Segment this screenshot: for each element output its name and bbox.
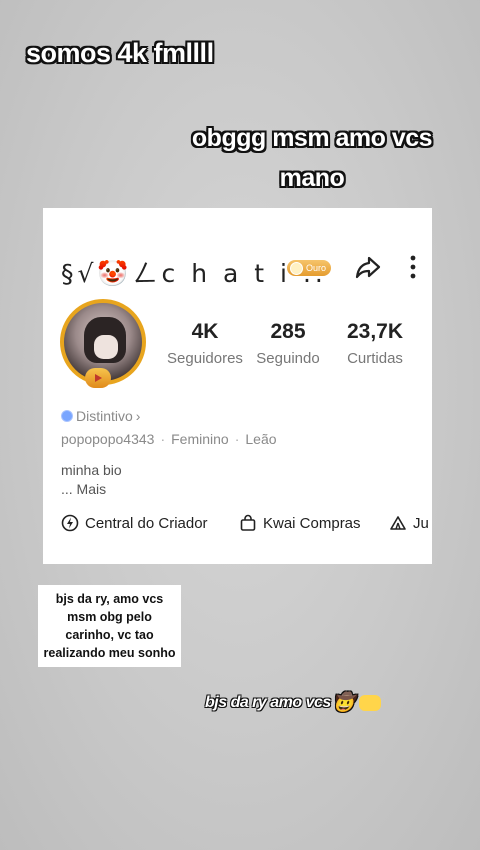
- stat-value: 4K: [191, 320, 219, 343]
- profile-card-screenshot: §√🤡ㄥc h a t i .. Ouro 4K Seguidores 285 …: [43, 208, 432, 564]
- avatar-face: [94, 335, 118, 359]
- stat-curtidas[interactable]: 23,7K Curtidas: [339, 320, 411, 367]
- chevron-right-icon: ›: [135, 408, 141, 424]
- profile-name: §√🤡ㄥc h a t i ..: [61, 259, 327, 288]
- heart-badge-icon: [358, 694, 381, 711]
- distintivo-icon: [61, 410, 73, 422]
- profile-stats: 4K Seguidores 285 Seguindo 23,7K Curtida…: [165, 320, 425, 380]
- shopping-bag-icon: [240, 514, 256, 531]
- stat-value: 285: [270, 320, 306, 343]
- profile-meta: popopopo4343 · Feminino · Leão: [61, 431, 277, 447]
- bottom-caption: bjs da ry amo vcs 🤠: [205, 692, 381, 713]
- profile-bio: minha bio: [61, 462, 122, 478]
- stat-label: Curtidas: [347, 350, 403, 367]
- stat-label: Seguindo: [256, 350, 320, 367]
- separator: ·: [234, 431, 240, 447]
- tent-icon: [390, 516, 406, 530]
- top-caption: somos 4k fmllll: [26, 38, 214, 68]
- avatar[interactable]: [57, 296, 147, 392]
- profile-header: §√🤡ㄥc h a t i .. Ouro: [61, 250, 421, 288]
- tool-label: Central do Criador: [85, 514, 208, 532]
- stat-seguidores[interactable]: 4K Seguidores: [165, 320, 245, 367]
- note-text: bjs da ry, amo vcs msm obg pelo carinho,…: [43, 592, 176, 660]
- ju-button[interactable]: Ju: [389, 514, 429, 532]
- share-icon[interactable]: [355, 254, 381, 280]
- lightning-circle-icon: [61, 514, 79, 532]
- separator: ·: [160, 431, 166, 447]
- note-sticker: bjs da ry, amo vcs msm obg pelo carinho,…: [38, 585, 181, 667]
- bottom-caption-text: bjs da ry amo vcs: [205, 693, 331, 711]
- more-options-icon[interactable]: [408, 254, 418, 280]
- creator-tools-row: Central do Criador Kwai Compras Ju: [61, 514, 432, 540]
- ouro-label: Ouro: [306, 263, 327, 273]
- stat-seguindo[interactable]: 285 Seguindo: [255, 320, 321, 367]
- stat-label: Seguidores: [167, 350, 243, 367]
- tool-label: Kwai Compras: [263, 514, 361, 532]
- right-caption: obggg msm amo vcs mano: [191, 124, 433, 192]
- distintivo-link[interactable]: Distintivo ›: [61, 408, 140, 424]
- live-play-icon: [85, 368, 111, 388]
- tool-label: Ju: [413, 514, 429, 532]
- bio-more-link[interactable]: ... Mais: [61, 481, 106, 497]
- stat-value: 23,7K: [346, 320, 404, 343]
- kwai-compras-button[interactable]: Kwai Compras: [239, 514, 361, 532]
- ouro-badge[interactable]: Ouro: [287, 260, 332, 276]
- distintivo-label: Distintivo: [76, 408, 133, 424]
- coin-icon: [290, 261, 303, 275]
- central-do-criador-button[interactable]: Central do Criador: [61, 514, 208, 532]
- zodiac-sign: Leão: [245, 431, 277, 447]
- username: popopopo4343: [61, 431, 155, 447]
- cowboy-emoji-icon: 🤠: [332, 692, 355, 712]
- gender: Feminino: [171, 431, 229, 447]
